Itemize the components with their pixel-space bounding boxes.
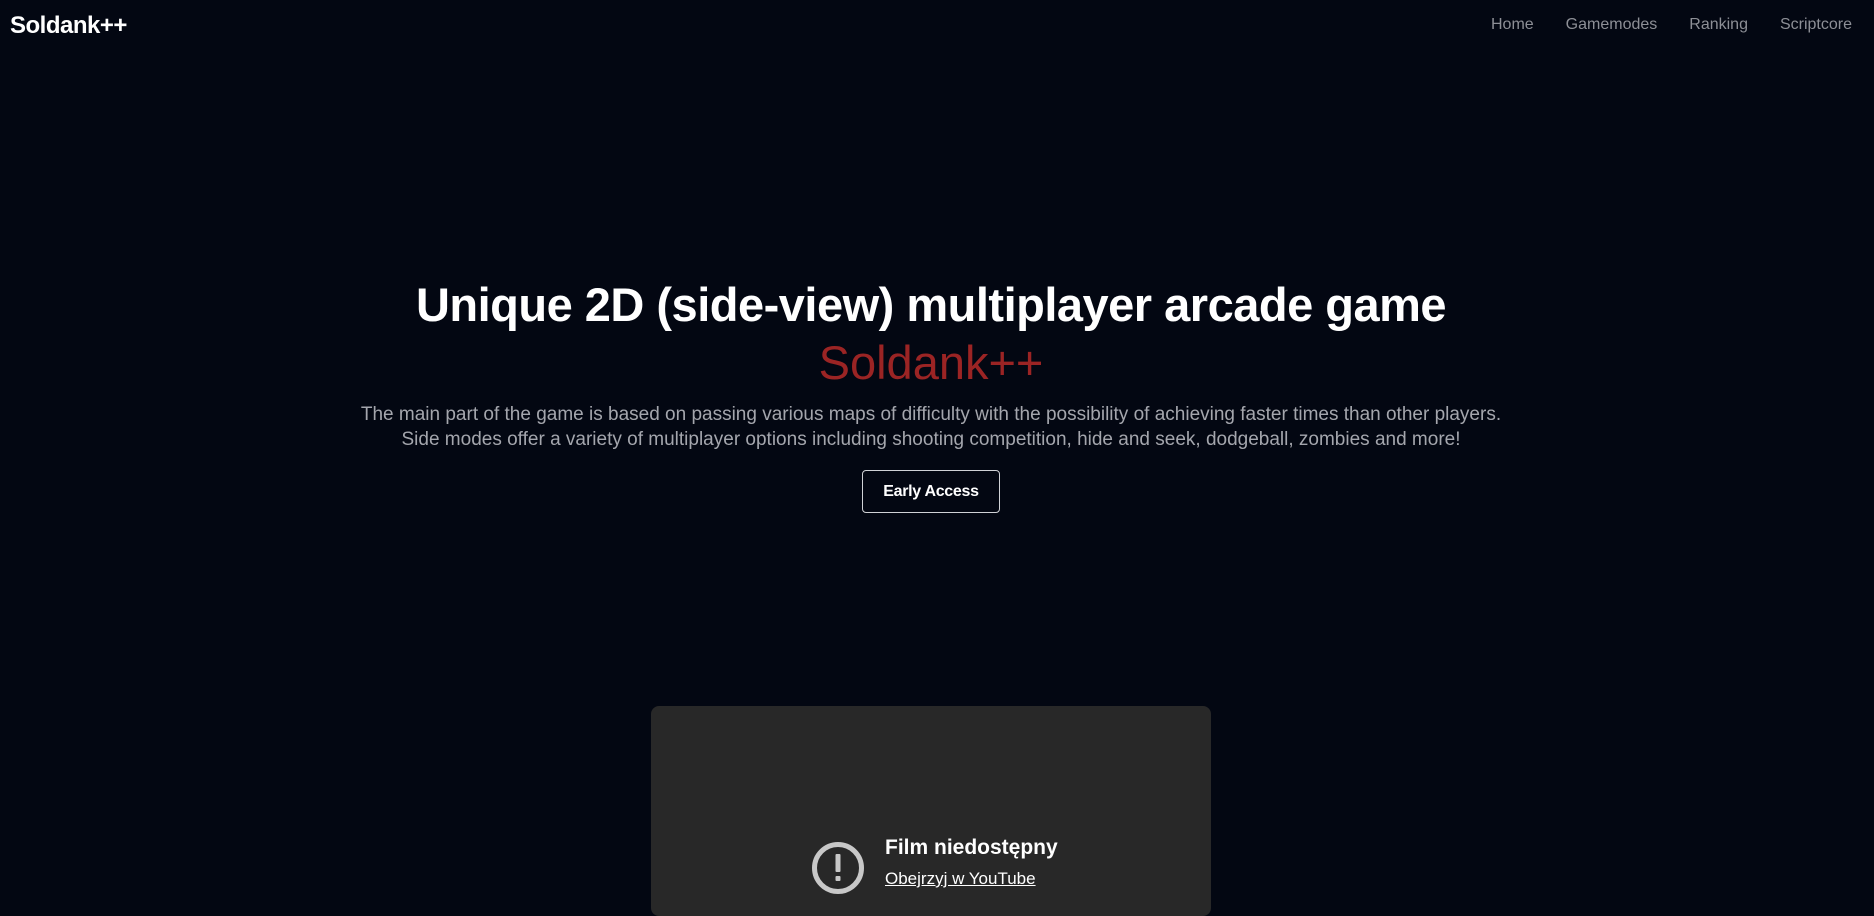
alert-circle-icon	[812, 842, 864, 894]
nav-link-home[interactable]: Home	[1491, 16, 1534, 34]
nav-link-scriptcore[interactable]: Scriptcore	[1780, 16, 1852, 34]
video-error-text: Film niedostępny Obejrzyj w YouTube	[885, 835, 1058, 889]
video-error-title: Film niedostępny	[885, 836, 1058, 859]
hero-title: Unique 2D (side-view) multiplayer arcade…	[415, 278, 1447, 331]
hero-description-line-2: Side modes offer a variety of multiplaye…	[401, 429, 1461, 450]
hero-subtitle: Soldank++	[818, 336, 1044, 389]
hero-section: Unique 2D (side-view) multiplayer arcade…	[0, 276, 1862, 513]
nav-link-gamemodes[interactable]: Gamemodes	[1566, 16, 1658, 34]
video-embed[interactable]: Film niedostępny Obejrzyj w YouTube	[651, 706, 1211, 916]
watch-on-youtube-link[interactable]: Obejrzyj w YouTube	[885, 869, 1058, 889]
navbar: Soldank++ Home Gamemodes Ranking Scriptc…	[0, 0, 1874, 52]
nav-link-ranking[interactable]: Ranking	[1689, 16, 1748, 34]
nav-links: Home Gamemodes Ranking Scriptcore	[1491, 16, 1852, 34]
brand-logo[interactable]: Soldank++	[10, 12, 127, 40]
video-error: Film niedostępny Obejrzyj w YouTube	[811, 835, 1058, 895]
early-access-button[interactable]: Early Access	[862, 470, 1000, 513]
hero-description-line-1: The main part of the game is based on pa…	[360, 404, 1502, 425]
hero-description: The main part of the game is based on pa…	[0, 402, 1862, 452]
